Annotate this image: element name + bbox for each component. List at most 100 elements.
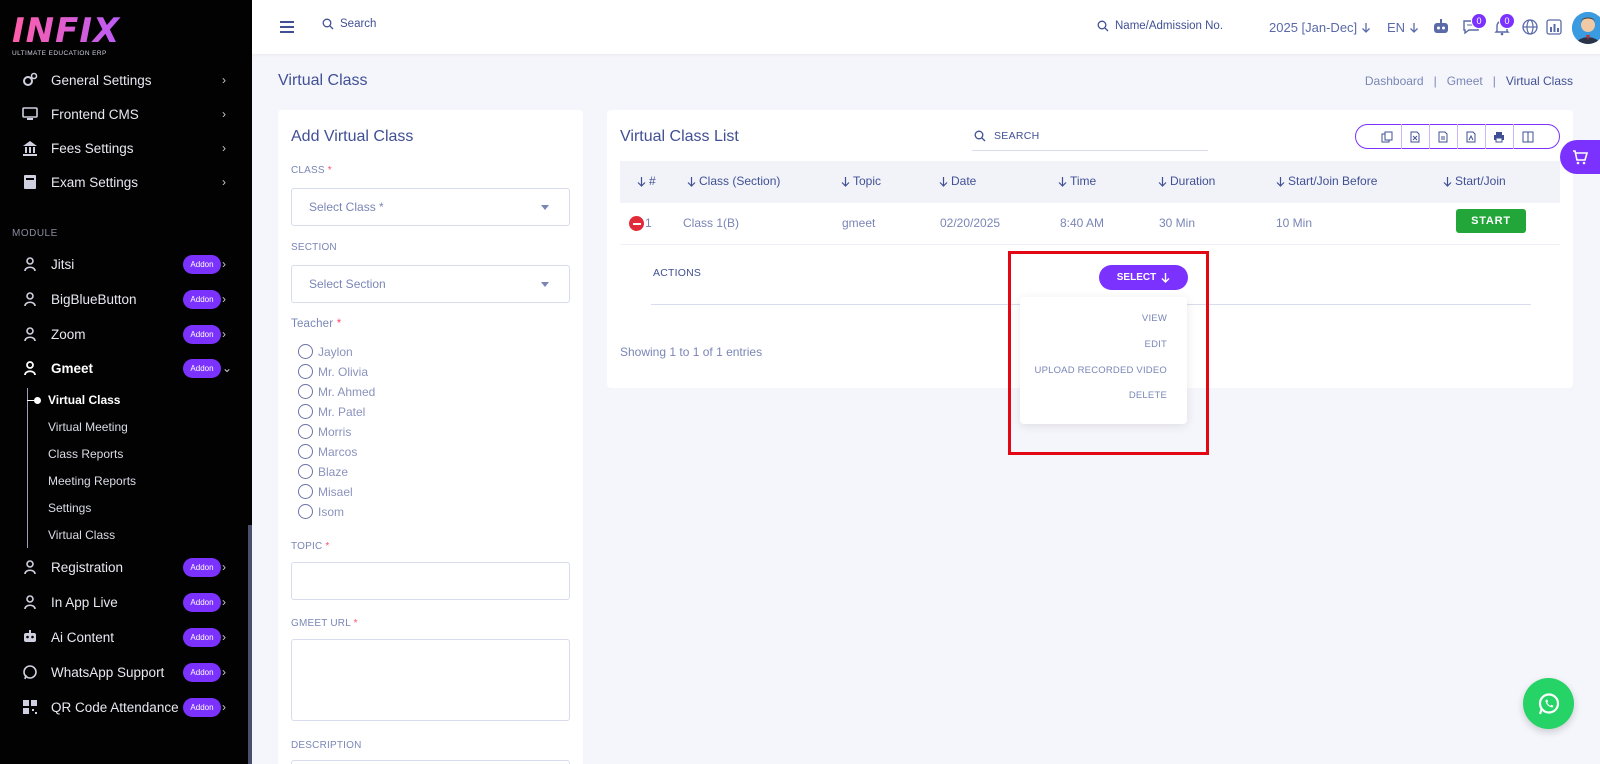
sidebar-item-label: BigBlueButton xyxy=(51,291,137,307)
teacher-radio[interactable]: Mr. Patel xyxy=(298,404,365,419)
columns-icon xyxy=(1522,131,1533,142)
column-header[interactable]: Date xyxy=(939,174,976,188)
user-avatar[interactable] xyxy=(1572,12,1600,44)
global-search-label: Search xyxy=(340,18,377,30)
student-search[interactable]: Name/Admission No. xyxy=(1097,20,1223,32)
column-header[interactable]: # xyxy=(637,174,656,188)
cell-duration: 30 Min xyxy=(1159,216,1196,230)
excel-button[interactable] xyxy=(1402,124,1430,149)
logo-tagline: ULTIMATE EDUCATION ERP xyxy=(12,50,107,57)
chevron-right-icon: › xyxy=(222,327,226,341)
globe-icon[interactable] xyxy=(1521,18,1539,36)
collapse-row-icon[interactable] xyxy=(629,216,644,231)
user-icon xyxy=(24,257,36,272)
submenu-item-virtual-meeting[interactable]: Virtual Meeting xyxy=(48,420,128,434)
academic-year-value: 2025 [Jan-Dec] xyxy=(1269,20,1358,35)
addon-badge: Addon xyxy=(183,359,221,378)
gmeet-url-label: GMEET URL * xyxy=(291,618,358,629)
teacher-radio[interactable]: Isom xyxy=(298,504,344,519)
column-header[interactable]: Class (Section) xyxy=(687,174,780,188)
radio-circle xyxy=(298,504,313,519)
radio-circle xyxy=(298,424,313,439)
class-select-value: Select Class * xyxy=(309,200,384,214)
column-header[interactable]: Topic xyxy=(841,174,881,188)
topic-label: TOPIC * xyxy=(291,541,330,552)
sidebar-item-general-settings[interactable]: General Settings › xyxy=(0,63,248,97)
report-icon[interactable] xyxy=(1545,18,1563,36)
submenu-item-virtual-class-2[interactable]: Virtual Class xyxy=(48,528,115,542)
teacher-name: Morris xyxy=(318,424,352,439)
sidebar-item-zoom[interactable]: Zoom Addon › xyxy=(0,317,248,351)
sidebar-item-in-app-live[interactable]: In App Live Addon › xyxy=(0,585,248,619)
teacher-radio[interactable]: Misael xyxy=(298,484,353,499)
academic-year-select[interactable]: 2025 [Jan-Dec] xyxy=(1269,20,1371,35)
sidebar-item-label: Jitsi xyxy=(51,256,75,272)
sidebar-item-frontend-cms[interactable]: Frontend CMS › xyxy=(0,97,248,131)
start-button[interactable]: START xyxy=(1456,209,1526,233)
teacher-radio[interactable]: Marcos xyxy=(298,444,357,459)
description-input[interactable] xyxy=(291,760,570,764)
teacher-radio[interactable]: Jaylon xyxy=(298,344,353,359)
addon-badge: Addon xyxy=(183,255,221,274)
arrow-down-icon xyxy=(1410,22,1419,33)
chevron-right-icon: › xyxy=(222,73,226,87)
section-select[interactable]: Select Section xyxy=(291,265,570,303)
sidebar-scrollbar[interactable] xyxy=(248,525,252,764)
teacher-radio[interactable]: Mr. Olivia xyxy=(298,364,368,379)
whatsapp-button[interactable] xyxy=(1523,678,1574,729)
pdf-button[interactable] xyxy=(1458,124,1486,149)
chevron-right-icon: › xyxy=(222,141,226,155)
submenu-item-meeting-reports[interactable]: Meeting Reports xyxy=(48,474,136,488)
submenu-item-settings[interactable]: Settings xyxy=(48,501,91,515)
radio-circle xyxy=(298,444,313,459)
column-header[interactable]: Time xyxy=(1058,174,1096,188)
sidebar-item-bigbluebutton[interactable]: BigBlueButton Addon › xyxy=(0,282,248,316)
search-icon xyxy=(974,130,986,142)
cart-button[interactable] xyxy=(1560,140,1600,174)
csv-button[interactable] xyxy=(1430,124,1458,149)
topic-input[interactable] xyxy=(291,562,570,600)
submenu-item-virtual-class[interactable]: Virtual Class xyxy=(48,393,120,407)
breadcrumb-dashboard[interactable]: Dashboard xyxy=(1365,74,1424,88)
sidebar-item-ai-content[interactable]: Ai Content Addon › xyxy=(0,620,248,654)
column-header[interactable]: Start/Join xyxy=(1443,174,1506,188)
sidebar-item-gmeet[interactable]: Gmeet Addon ⌄ xyxy=(0,351,248,385)
teacher-radio[interactable]: Blaze xyxy=(298,464,348,479)
section-label: SECTION xyxy=(291,242,337,253)
global-search[interactable]: Search xyxy=(322,18,376,30)
radio-circle xyxy=(298,484,313,499)
class-select[interactable]: Select Class * xyxy=(291,188,570,226)
sidebar-item-jitsi[interactable]: Jitsi Addon › xyxy=(0,247,248,281)
cell-time: 8:40 AM xyxy=(1060,216,1105,230)
logo[interactable]: INFIX ULTIMATE EDUCATION ERP xyxy=(12,14,212,60)
user-icon xyxy=(24,327,36,342)
language-select[interactable]: EN xyxy=(1387,20,1419,35)
sidebar-item-whatsapp-support[interactable]: WhatsApp Support Addon › xyxy=(0,655,248,689)
submenu-item-class-reports[interactable]: Class Reports xyxy=(48,447,123,461)
sidebar-item-exam-settings[interactable]: Exam Settings › xyxy=(0,165,248,199)
whatsapp-icon xyxy=(23,665,37,680)
teacher-radio[interactable]: Mr. Ahmed xyxy=(298,384,375,399)
columns-button[interactable] xyxy=(1514,124,1542,149)
column-header[interactable]: Start/Join Before xyxy=(1276,174,1377,188)
list-search-input[interactable]: SEARCH xyxy=(972,122,1208,151)
sidebar-item-registration[interactable]: Registration Addon › xyxy=(0,550,248,584)
sidebar-item-fees-settings[interactable]: Fees Settings › xyxy=(0,131,248,165)
teacher-radio[interactable]: Morris xyxy=(298,424,351,439)
copy-button[interactable] xyxy=(1374,124,1402,149)
logo-text: INFIX xyxy=(12,14,212,48)
breadcrumb-gmeet[interactable]: Gmeet xyxy=(1447,74,1483,88)
description-label: DESCRIPTION xyxy=(291,740,362,751)
form-title: Add Virtual Class xyxy=(291,128,414,145)
table-row: 1 Class 1(B) gmeet 02/20/2025 8:40 AM 30… xyxy=(620,203,1560,245)
print-button[interactable] xyxy=(1486,124,1514,149)
menu-toggle-icon[interactable] xyxy=(280,21,294,33)
gmeet-url-input[interactable] xyxy=(291,639,570,721)
caret-down-icon xyxy=(541,205,549,210)
column-header[interactable]: Duration xyxy=(1158,174,1215,188)
submenu-line xyxy=(27,388,28,548)
student-search-label: Name/Admission No. xyxy=(1115,20,1224,32)
robot-icon[interactable] xyxy=(1432,18,1450,36)
breadcrumb-current: Virtual Class xyxy=(1505,74,1573,88)
sidebar-item-qr-code-attendance[interactable]: QR Code Attendance Addon › xyxy=(0,690,248,724)
